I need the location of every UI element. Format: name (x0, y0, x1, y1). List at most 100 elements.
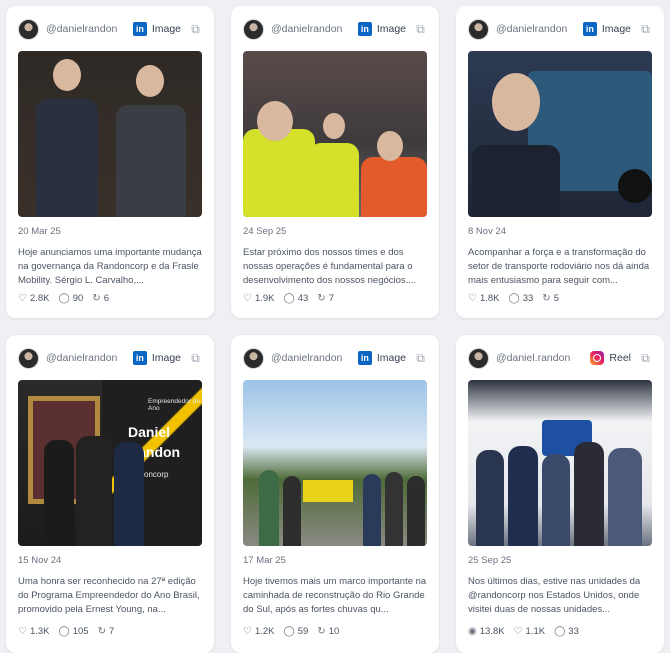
post-date: 20 Mar 25 (18, 226, 61, 237)
likes-count: 1.8K (479, 293, 500, 304)
comments-count: 33 (568, 626, 579, 637)
avatar[interactable] (243, 347, 264, 369)
post-image[interactable]: Empreendedor do Ano Daniel Randon randon… (18, 380, 202, 546)
external-link-icon[interactable]: ⧉ (639, 22, 652, 36)
shares-count: 7 (328, 293, 334, 304)
post-stats: ♡ 1.9K ◯ 43 ↻ 7 (243, 293, 343, 304)
instagram-icon (590, 351, 605, 365)
post-date: 25 Sep 25 (468, 555, 512, 566)
linkedin-icon: in (132, 22, 147, 36)
shares-stat: ↻ 10 (317, 626, 339, 637)
linkedin-icon: in (582, 22, 597, 36)
award-name-first: Daniel (128, 424, 171, 440)
likes-count: 2.8K (29, 293, 50, 304)
post-header: @danielrandon in Image ⧉ (18, 347, 202, 369)
avatar[interactable] (18, 18, 39, 40)
heart-icon: ♡ (513, 626, 523, 637)
award-caption: Empreendedor do Ano (148, 398, 201, 412)
person-figure (608, 448, 642, 546)
comments-count: 105 (72, 626, 89, 637)
post-text: Acompanhar a força e a transformação do … (468, 247, 650, 286)
comments-stat: ◯ 59 (284, 626, 309, 637)
author-handle[interactable]: @danielrandon (496, 23, 583, 35)
avatar[interactable] (18, 347, 39, 369)
post-text: Hoje tivemos mais um marco importante na… (243, 576, 427, 615)
post-card[interactable]: @danielrandon in Image ⧉ 8 Nov 24 Acompa… (456, 6, 664, 318)
person-figure (283, 476, 301, 546)
person-figure (116, 105, 186, 217)
source-label: Image (151, 352, 181, 364)
post-header: @danielrandon in Image ⧉ (468, 18, 652, 40)
likes-count: 1.9K (254, 293, 275, 304)
author-handle[interactable]: @daniel.randon (496, 352, 590, 364)
post-card[interactable]: @danielrandon in Image ⧉ 24 Sep 25 Estar… (231, 6, 439, 318)
person-figure (76, 436, 112, 546)
post-date: 17 Mar 25 (243, 555, 286, 566)
likes-count: 1.1K (525, 626, 546, 637)
author-handle[interactable]: @danielrandon (271, 23, 358, 35)
post-card[interactable]: @danielrandon in Image ⧉ Empreendedor do… (6, 335, 214, 653)
person-head (377, 131, 403, 161)
post-card[interactable]: @daniel.randon Reel ⧉ 25 Sep 25 Nos últi… (456, 335, 664, 653)
shares-stat: ↻ 7 (317, 293, 334, 304)
post-image[interactable] (468, 51, 652, 217)
external-link-icon[interactable]: ⧉ (189, 22, 202, 36)
shares-count: 7 (108, 626, 115, 637)
post-text: Uma honra ser reconhecido na 27ª edição … (18, 576, 200, 615)
post-image[interactable] (468, 380, 652, 546)
person-figure (508, 446, 538, 546)
author-handle[interactable]: @danielrandon (46, 352, 133, 364)
views-count: 13.8K (479, 626, 505, 637)
share-icon: ↻ (317, 293, 326, 304)
post-header: @danielrandon in Image ⧉ (18, 18, 202, 40)
post-date: 15 Nov 24 (18, 555, 62, 566)
post-stats: ♡ 1.2K ◯ 59 ↻ 10 (243, 626, 348, 637)
post-image[interactable] (243, 51, 427, 217)
person-figure (259, 470, 279, 546)
external-link-icon[interactable]: ⧉ (189, 351, 202, 365)
shares-count: 6 (103, 293, 109, 304)
source-badge: in Image (357, 22, 406, 36)
likes-stat: ♡ 1.9K (243, 293, 275, 304)
post-image[interactable] (243, 380, 427, 546)
person-figure (385, 472, 403, 546)
shares-count: 10 (328, 626, 340, 637)
external-link-icon[interactable]: ⧉ (414, 22, 427, 36)
posts-grid: @danielrandon in Image ⧉ 20 Mar 25 Hoje … (0, 0, 670, 653)
person-figure (574, 442, 604, 546)
post-text: Hoje anunciamos uma importante mudança n… (18, 247, 202, 286)
linkedin-icon: in (357, 22, 372, 36)
person-figure (363, 474, 381, 546)
post-card[interactable]: @danielrandon in Image ⧉ 17 Mar 25 Hoje … (231, 335, 439, 653)
shares-stat: ↻ 6 (92, 293, 109, 304)
external-link-icon[interactable]: ⧉ (639, 351, 652, 365)
heart-icon: ♡ (468, 293, 477, 304)
post-stats: ♡ 1.8K ◯ 33 ↻ 5 (468, 293, 568, 304)
comments-stat: ◯ 43 (284, 293, 309, 304)
avatar[interactable] (468, 18, 489, 40)
source-badge: Reel (590, 351, 631, 365)
avatar[interactable] (243, 18, 264, 40)
likes-stat: ♡ 1.2K (243, 626, 275, 637)
share-icon: ↻ (317, 626, 326, 637)
avatar[interactable] (468, 347, 489, 369)
person-figure (243, 129, 315, 217)
person-head (257, 101, 293, 141)
external-link-icon[interactable]: ⧉ (414, 351, 427, 365)
comment-icon: ◯ (508, 293, 520, 304)
shares-stat: ↻ 5 (542, 293, 559, 304)
post-image[interactable] (18, 51, 202, 217)
post-header: @daniel.randon Reel ⧉ (468, 347, 652, 369)
author-handle[interactable]: @danielrandon (271, 352, 358, 364)
post-header: @danielrandon in Image ⧉ (243, 347, 427, 369)
heart-icon: ♡ (243, 293, 252, 304)
comments-stat: ◯ 105 (59, 626, 89, 637)
shares-count: 5 (553, 293, 559, 304)
person-figure (36, 99, 98, 217)
author-handle[interactable]: @danielrandon (46, 23, 133, 35)
source-label: Image (376, 23, 406, 35)
person-figure (472, 145, 560, 217)
likes-stat: ♡ 1.3K (18, 626, 50, 637)
post-card[interactable]: @danielrandon in Image ⧉ 20 Mar 25 Hoje … (6, 6, 214, 318)
person-figure (407, 476, 425, 546)
